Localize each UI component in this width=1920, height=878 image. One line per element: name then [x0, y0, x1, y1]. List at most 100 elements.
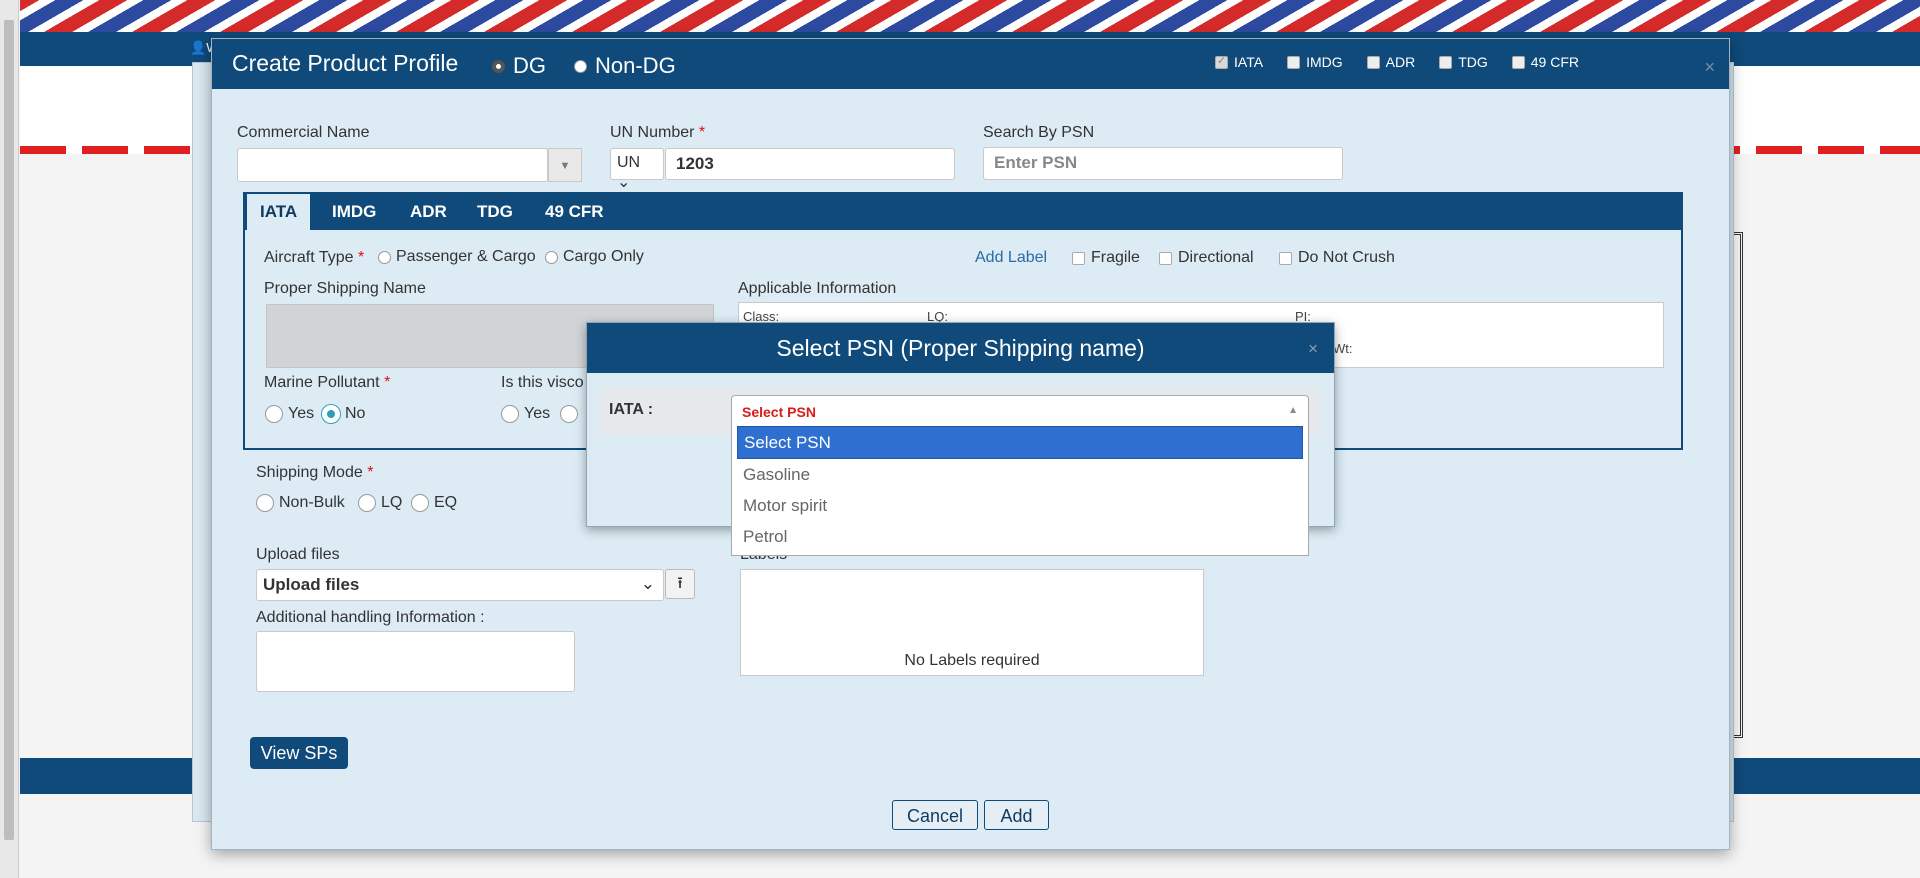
- shipping-lq-label: LQ: [381, 494, 403, 511]
- radio-icon[interactable]: [256, 494, 274, 512]
- aircraft-type-label: Aircraft Type *: [264, 249, 364, 267]
- shipping-nonbulk-label: Non-Bulk: [279, 494, 345, 511]
- un-number-text: UN Number: [610, 124, 695, 141]
- scrollbar-thumb[interactable]: [4, 20, 14, 840]
- checkbox-icon[interactable]: [1439, 55, 1453, 69]
- aircraft-cargo-option[interactable]: Cargo Only: [545, 248, 644, 266]
- tab-adr[interactable]: ADR: [397, 194, 460, 230]
- radio-icon[interactable]: [560, 405, 578, 423]
- psn-label: Proper Shipping Name: [264, 280, 426, 297]
- wt-cell: Wt:: [1333, 341, 1353, 356]
- search-psn-input[interactable]: Enter PSN: [983, 147, 1343, 180]
- reg-check-imdg[interactable]: IMDG: [1287, 54, 1343, 70]
- aircraft-passenger-label: Passenger & Cargo: [396, 248, 536, 265]
- aircraft-passenger-option[interactable]: Passenger & Cargo: [378, 248, 536, 266]
- marine-pollutant-text: Marine Pollutant: [264, 374, 380, 391]
- do-not-crush-check[interactable]: Do Not Crush: [1279, 249, 1395, 267]
- upload-files-select[interactable]: Upload files ⌄: [256, 569, 664, 601]
- tab-49cfr[interactable]: 49 CFR: [532, 194, 617, 230]
- fragile-check[interactable]: Fragile: [1072, 249, 1140, 267]
- psn-option[interactable]: Gasoline: [737, 459, 1303, 490]
- psn-option[interactable]: Petrol: [737, 521, 1303, 552]
- psn-iata-label: IATA :: [609, 401, 654, 418]
- marine-yes-label: Yes: [288, 405, 315, 422]
- chevron-up-icon: ▲: [1288, 405, 1298, 416]
- non-dg-radio[interactable]: Non-DG: [574, 53, 676, 79]
- checkbox-icon[interactable]: [1215, 54, 1229, 69]
- shipping-lq-option[interactable]: LQ: [358, 494, 402, 512]
- checkbox-icon[interactable]: [1287, 55, 1301, 69]
- radio-icon[interactable]: [358, 494, 376, 512]
- radio-icon[interactable]: [411, 494, 429, 512]
- marine-no-option[interactable]: No: [322, 405, 365, 423]
- reg-label: 49 CFR: [1530, 54, 1579, 70]
- viscous-yes-label: Yes: [524, 405, 551, 422]
- required-mark: *: [357, 249, 365, 266]
- checkbox-icon[interactable]: [1072, 251, 1085, 265]
- viscous-no-option[interactable]: [560, 405, 578, 428]
- reg-label: ADR: [1385, 54, 1416, 70]
- page-scrollbar[interactable]: [0, 0, 19, 878]
- checkbox-icon[interactable]: [1159, 251, 1172, 265]
- dg-radio-circle[interactable]: [492, 59, 505, 73]
- radio-icon[interactable]: [501, 405, 519, 423]
- aircraft-cargo-label: Cargo Only: [563, 248, 644, 265]
- shipping-nonbulk-option[interactable]: Non-Bulk: [256, 494, 345, 512]
- no-labels-text: No Labels required: [904, 652, 1040, 669]
- psn-select[interactable]: Select PSN ▲: [731, 395, 1309, 427]
- chevron-down-icon: ⌄: [640, 574, 655, 593]
- reg-check-49cfr[interactable]: 49 CFR: [1511, 54, 1579, 70]
- aircraft-type-text: Aircraft Type: [264, 249, 354, 266]
- marine-yes-option[interactable]: Yes: [265, 405, 314, 423]
- commercial-name-input[interactable]: [237, 148, 548, 182]
- close-icon[interactable]: ×: [1704, 57, 1715, 78]
- tab-imdg[interactable]: IMDG: [319, 194, 389, 230]
- reg-label: IATA: [1234, 54, 1264, 70]
- dg-radio[interactable]: DG: [492, 53, 546, 79]
- psn-option[interactable]: Select PSN: [737, 426, 1303, 459]
- view-sps-button[interactable]: View SPs: [250, 737, 348, 769]
- marine-pollutant-label: Marine Pollutant *: [264, 374, 390, 392]
- reg-label: TDG: [1458, 54, 1488, 70]
- un-number-label: UN Number *: [610, 124, 705, 142]
- additional-info-textarea[interactable]: [256, 631, 575, 692]
- radio-icon[interactable]: [265, 405, 283, 423]
- tabs-bar: IATA IMDG ADR TDG 49 CFR: [245, 194, 1681, 232]
- psn-option[interactable]: Motor spirit: [737, 490, 1303, 521]
- add-label-link[interactable]: Add Label: [975, 249, 1047, 267]
- cancel-button[interactable]: Cancel: [892, 800, 978, 830]
- close-icon[interactable]: ×: [1308, 339, 1318, 359]
- add-button[interactable]: Add: [984, 800, 1049, 830]
- upload-icon[interactable]: ⭱: [665, 569, 695, 599]
- non-dg-radio-circle[interactable]: [574, 59, 587, 73]
- shipping-eq-option[interactable]: EQ: [411, 494, 457, 512]
- checkbox-icon[interactable]: [1511, 55, 1525, 69]
- dg-radio-label: DG: [513, 53, 546, 78]
- required-mark: *: [367, 464, 374, 481]
- reg-check-iata[interactable]: IATA: [1215, 54, 1263, 70]
- viscous-label: Is this visco: [501, 374, 584, 391]
- non-dg-radio-label: Non-DG: [595, 53, 676, 78]
- checkbox-icon[interactable]: [1366, 55, 1380, 69]
- labels-box: No Labels required: [740, 569, 1204, 676]
- radio-icon[interactable]: [545, 250, 558, 264]
- radio-icon[interactable]: [378, 250, 391, 264]
- un-prefix-select[interactable]: UN ⌄: [610, 148, 664, 191]
- directional-check[interactable]: Directional: [1159, 249, 1254, 267]
- reg-check-adr[interactable]: ADR: [1366, 54, 1416, 70]
- radio-icon[interactable]: [322, 405, 340, 423]
- un-number-input[interactable]: 1203: [665, 148, 955, 180]
- airmail-stripe-top: [20, 0, 1920, 32]
- required-mark: *: [698, 124, 706, 141]
- viscous-yes-option[interactable]: Yes: [501, 405, 550, 423]
- reg-check-tdg[interactable]: TDG: [1439, 54, 1488, 70]
- upload-select-value: Upload files: [263, 575, 360, 594]
- shipping-mode-label: Shipping Mode *: [256, 464, 373, 482]
- search-psn-label: Search By PSN: [983, 124, 1095, 141]
- chevron-down-icon[interactable]: ▼: [548, 148, 582, 182]
- marine-no-label: No: [345, 405, 366, 422]
- commercial-name-label: Commercial Name: [237, 124, 370, 141]
- tab-tdg[interactable]: TDG: [464, 194, 526, 230]
- checkbox-icon[interactable]: [1279, 251, 1292, 265]
- tab-iata[interactable]: IATA: [247, 194, 311, 232]
